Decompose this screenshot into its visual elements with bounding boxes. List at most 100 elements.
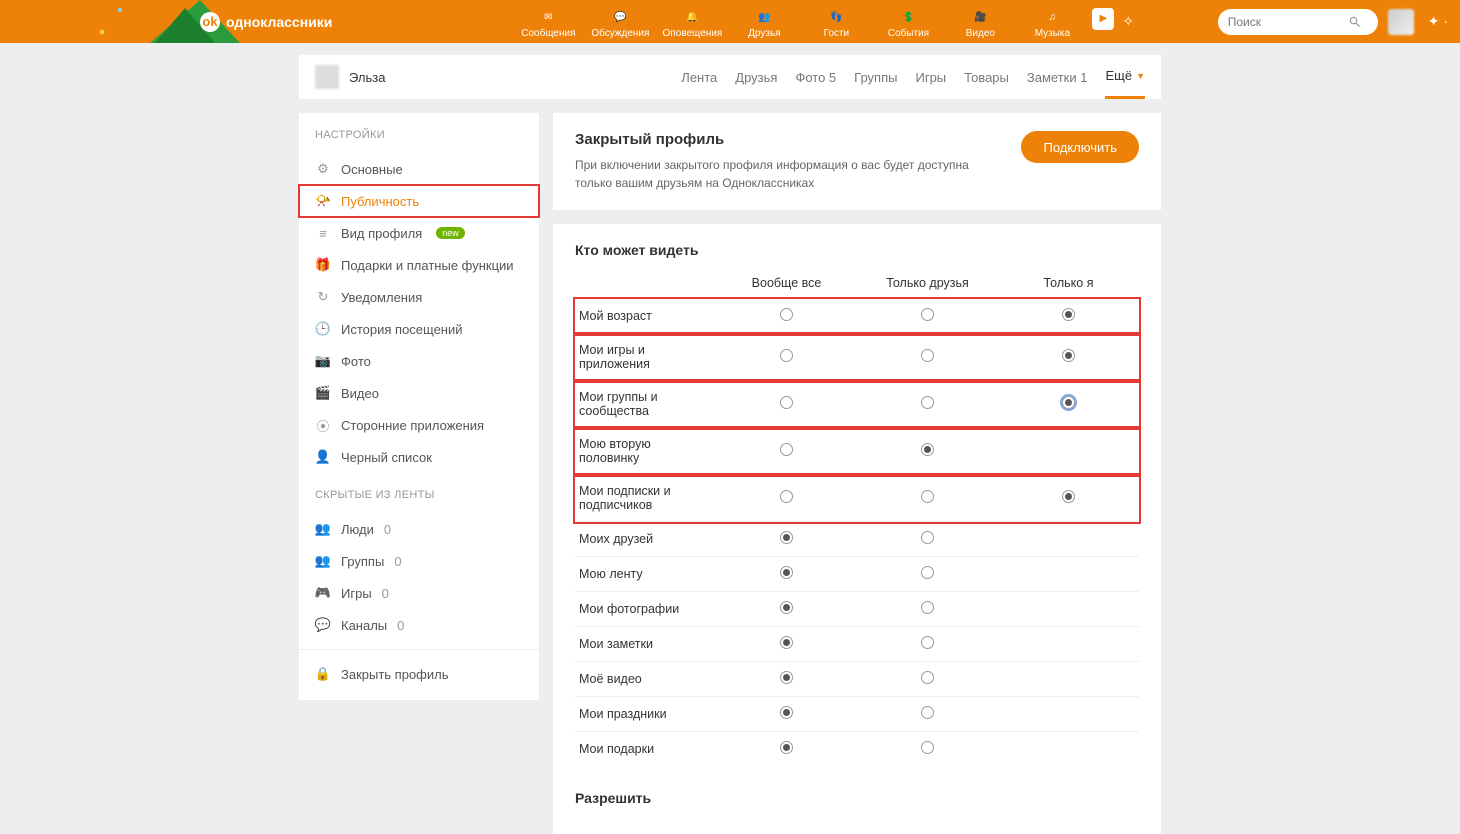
privacy-radio[interactable]	[921, 396, 934, 409]
privacy-radio[interactable]	[780, 636, 793, 649]
header-nav-item[interactable]: 💲События	[872, 5, 944, 39]
privacy-radio[interactable]	[921, 671, 934, 684]
sidebar-hidden-item[interactable]: 💬Каналы 0	[299, 609, 539, 641]
privacy-radio[interactable]	[780, 706, 793, 719]
sidebar-item-label: Закрыть профиль	[341, 667, 449, 682]
promo-title: Закрытый профиль	[575, 131, 985, 148]
profile-tab[interactable]: Фото 5	[795, 55, 836, 99]
privacy-radio[interactable]	[780, 396, 793, 409]
sidebar-item[interactable]: ≡Вид профиляnew	[299, 217, 539, 249]
privacy-row: Мой возраст	[575, 299, 1139, 334]
sidebar-item-label: Уведомления	[341, 290, 422, 305]
privacy-row: Мои группы и сообщества	[575, 381, 1139, 428]
sidebar-item[interactable]: ↻Уведомления	[299, 281, 539, 313]
profile-tab[interactable]: Группы	[854, 55, 897, 99]
profile-tab[interactable]: Игры	[915, 55, 946, 99]
new-badge: new	[436, 227, 465, 239]
privacy-label: Мою ленту	[575, 557, 716, 592]
privacy-radio[interactable]	[780, 490, 793, 503]
sidebar-icon: 📷	[315, 353, 331, 369]
privacy-radio[interactable]	[780, 308, 793, 321]
sidebar-item[interactable]: 👤Черный список	[299, 441, 539, 473]
privacy-title: Кто может видеть	[575, 242, 1139, 258]
sidebar-item[interactable]: 📯Публичность	[299, 185, 539, 217]
logo-text: одноклассники	[226, 14, 332, 30]
privacy-radio[interactable]	[1062, 308, 1075, 321]
profile-tab[interactable]: Заметки 1	[1027, 55, 1088, 99]
sidebar-item-label: Подарки и платные функции	[341, 258, 514, 273]
sidebar-icon: 🕒	[315, 321, 331, 337]
privacy-label: Мои игры и приложения	[575, 334, 716, 381]
sidebar-item-label: Игры	[341, 586, 372, 601]
sidebar-item[interactable]: 📷Фото	[299, 345, 539, 377]
profile-tab[interactable]: Лента	[681, 55, 717, 99]
privacy-radio[interactable]	[921, 636, 934, 649]
privacy-radio[interactable]	[921, 566, 934, 579]
privacy-radio[interactable]	[921, 601, 934, 614]
play-button[interactable]: ▶	[1088, 5, 1118, 39]
header-nav-item[interactable]: ✉Сообщения	[512, 5, 584, 39]
search-input[interactable]	[1228, 15, 1348, 29]
header-nav-item[interactable]: 👥Друзья	[728, 5, 800, 39]
profile-avatar[interactable]	[315, 65, 339, 89]
nav-icon: 👣	[830, 8, 842, 28]
privacy-radio[interactable]	[921, 308, 934, 321]
profile-tab[interactable]: Друзья	[735, 55, 777, 99]
profile-tab[interactable]: Товары	[964, 55, 1009, 99]
privacy-panel: Кто может видеть Вообще все Только друзь…	[553, 224, 1161, 834]
sidebar-item[interactable]: 🎬Видео	[299, 377, 539, 409]
header-bar: ok одноклассники ✉Сообщения💬Обсуждения🔔О…	[0, 0, 1460, 43]
search-box[interactable]	[1218, 9, 1378, 35]
logo[interactable]: ok одноклассники	[200, 12, 332, 32]
sidebar-hidden-item[interactable]: 🎮Игры 0	[299, 577, 539, 609]
sidebar-icon: 🎮	[315, 585, 331, 601]
nav-icon: 💬	[614, 8, 626, 28]
count: 0	[384, 522, 391, 537]
sidebar-item-label: Основные	[341, 162, 403, 177]
privacy-radio[interactable]	[921, 490, 934, 503]
privacy-radio[interactable]	[780, 741, 793, 754]
sidebar-item[interactable]: ⦿Сторонние приложения	[299, 409, 539, 441]
privacy-radio[interactable]	[780, 671, 793, 684]
privacy-row: Мои подарки	[575, 732, 1139, 767]
privacy-radio[interactable]	[780, 531, 793, 544]
header-nav-item[interactable]: ♫Музыка	[1016, 5, 1088, 39]
privacy-radio[interactable]	[780, 566, 793, 579]
privacy-radio[interactable]	[921, 531, 934, 544]
sidebar-icon: ≡	[315, 225, 331, 241]
sidebar-close-profile[interactable]: 🔒 Закрыть профиль	[299, 658, 539, 690]
col-everyone: Вообще все	[716, 268, 857, 299]
privacy-radio[interactable]	[921, 349, 934, 362]
privacy-radio[interactable]	[1062, 396, 1075, 409]
privacy-radio[interactable]	[780, 443, 793, 456]
profile-tab[interactable]: Ещё▼	[1105, 55, 1145, 99]
header-nav-item[interactable]: 👣Гости	[800, 5, 872, 39]
connect-button[interactable]: Подключить	[1021, 131, 1139, 163]
privacy-row: Мои праздники	[575, 697, 1139, 732]
sidebar-hidden-item[interactable]: 👥Группы 0	[299, 545, 539, 577]
header-avatar[interactable]	[1388, 9, 1414, 35]
privacy-radio[interactable]	[1062, 349, 1075, 362]
header-nav: ✉Сообщения💬Обсуждения🔔Оповещения👥Друзья👣…	[512, 5, 1118, 39]
privacy-radio[interactable]	[921, 741, 934, 754]
sidebar-item[interactable]: 🎁Подарки и платные функции	[299, 249, 539, 281]
privacy-radio[interactable]	[1062, 490, 1075, 503]
privacy-radio[interactable]	[921, 706, 934, 719]
count: 0	[397, 618, 404, 633]
sidebar-item-label: Сторонние приложения	[341, 418, 484, 433]
header-nav-item[interactable]: 🎥Видео	[944, 5, 1016, 39]
privacy-row: Моё видео	[575, 662, 1139, 697]
sidebar-item[interactable]: ⚙Основные	[299, 153, 539, 185]
ok-logo-icon: ok	[200, 12, 220, 32]
header-nav-item[interactable]: 💬Обсуждения	[584, 5, 656, 39]
privacy-radio[interactable]	[780, 601, 793, 614]
sidebar-title: НАСТРОЙКИ	[299, 113, 539, 153]
sidebar-item[interactable]: 🕒История посещений	[299, 313, 539, 345]
privacy-row: Мою ленту	[575, 557, 1139, 592]
nav-label: Музыка	[1035, 28, 1070, 39]
privacy-radio[interactable]	[921, 443, 934, 456]
sidebar-icon: 👤	[315, 449, 331, 465]
header-nav-item[interactable]: 🔔Оповещения	[656, 5, 728, 39]
sidebar-hidden-item[interactable]: 👥Люди 0	[299, 513, 539, 545]
privacy-radio[interactable]	[780, 349, 793, 362]
